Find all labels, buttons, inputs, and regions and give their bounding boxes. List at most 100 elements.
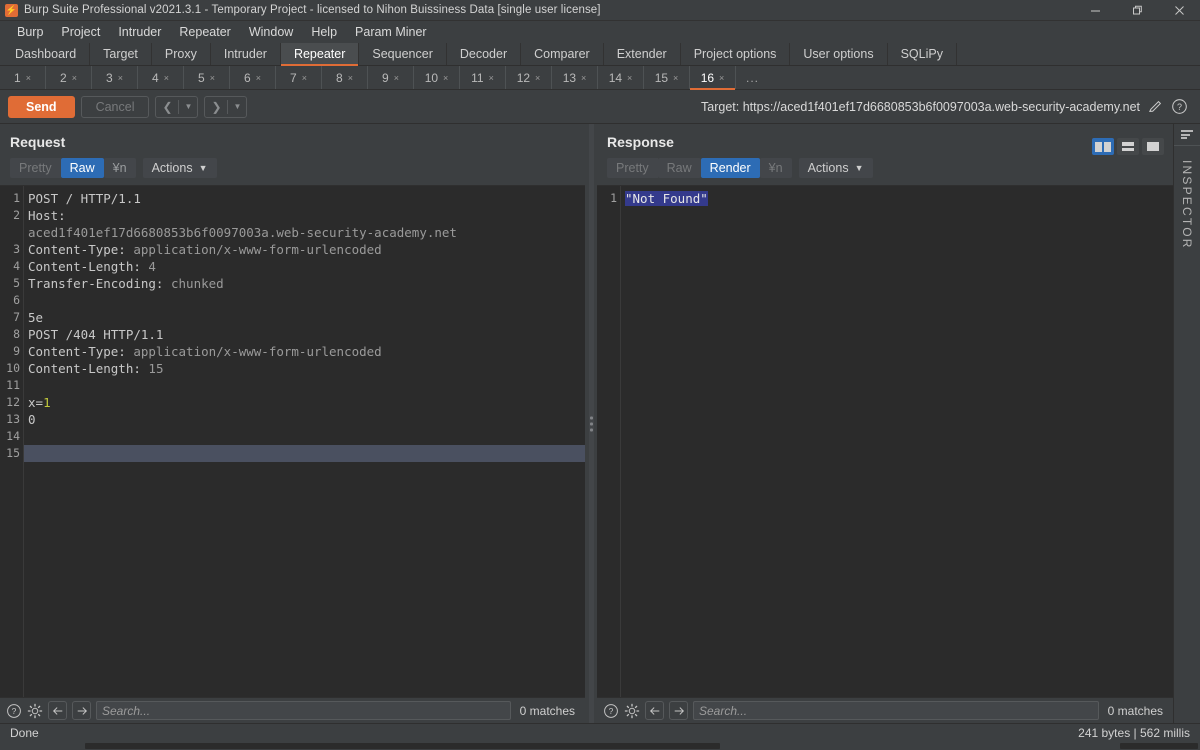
- tab-comparer[interactable]: Comparer: [521, 43, 604, 65]
- response-tab-raw[interactable]: Raw: [657, 158, 701, 178]
- repeater-tab-5[interactable]: 5 ×: [184, 66, 230, 89]
- repeater-tab-15[interactable]: 15 ×: [644, 66, 690, 89]
- close-icon[interactable]: ×: [164, 73, 169, 83]
- layout-stacked-icon[interactable]: [1117, 138, 1139, 155]
- close-icon[interactable]: ×: [118, 73, 123, 83]
- code-line[interactable]: Transfer-Encoding: chunked: [24, 275, 585, 292]
- code-line[interactable]: 5e: [24, 309, 585, 326]
- response-search-input[interactable]: [693, 701, 1099, 720]
- request-code[interactable]: POST / HTTP/1.1 Host: aced1f401ef17d668085…: [24, 186, 585, 697]
- close-icon[interactable]: ×: [210, 73, 215, 83]
- question-circle-icon[interactable]: ?: [603, 703, 619, 719]
- code-line[interactable]: "Not Found": [621, 190, 1173, 207]
- close-icon[interactable]: ×: [719, 73, 724, 83]
- close-icon[interactable]: ×: [26, 73, 31, 83]
- menu-item-project[interactable]: Project: [52, 21, 109, 43]
- response-actions-button[interactable]: Actions ▼: [798, 158, 873, 178]
- layout-single-icon[interactable]: [1142, 138, 1164, 155]
- history-back-group[interactable]: ❮ ▼: [155, 95, 199, 118]
- repeater-tab-9[interactable]: 9 ×: [368, 66, 414, 89]
- repeater-tab-11[interactable]: 11 ×: [460, 66, 506, 89]
- tab-extender[interactable]: Extender: [604, 43, 681, 65]
- pencil-icon[interactable]: [1148, 99, 1163, 114]
- close-icon[interactable]: ×: [394, 73, 399, 83]
- repeater-tab-10[interactable]: 10 ×: [414, 66, 460, 89]
- pane-splitter[interactable]: [585, 124, 597, 723]
- repeater-tab-13[interactable]: 13 ×: [552, 66, 598, 89]
- question-circle-icon[interactable]: ?: [1171, 98, 1188, 115]
- code-line[interactable]: aced1f401ef17d6680853b6f0097003a.web-sec…: [24, 224, 585, 241]
- close-icon[interactable]: ×: [256, 73, 261, 83]
- response-tab-pretty[interactable]: Pretty: [607, 158, 658, 178]
- code-line[interactable]: [24, 428, 585, 445]
- code-line[interactable]: 0: [24, 411, 585, 428]
- repeater-tab-3[interactable]: 3 ×: [92, 66, 138, 89]
- menu-item-intruder[interactable]: Intruder: [109, 21, 170, 43]
- tab-repeater[interactable]: Repeater: [280, 43, 360, 66]
- request-tab-newline[interactable]: ¥n: [103, 158, 136, 178]
- response-tab-newline[interactable]: ¥n: [759, 158, 792, 178]
- scrollbar-thumb[interactable]: [85, 743, 720, 749]
- repeater-tab-1[interactable]: 1 ×: [0, 66, 46, 89]
- code-line[interactable]: POST /404 HTTP/1.1: [24, 326, 585, 343]
- close-icon[interactable]: ×: [673, 73, 678, 83]
- code-line[interactable]: [24, 445, 585, 462]
- tab-sequencer[interactable]: Sequencer: [359, 43, 447, 65]
- menu-item-burp[interactable]: Burp: [8, 21, 52, 43]
- close-icon[interactable]: ×: [443, 73, 448, 83]
- repeater-tab-14[interactable]: 14 ×: [598, 66, 644, 89]
- close-icon[interactable]: ×: [581, 73, 586, 83]
- tab-project-options[interactable]: Project options: [681, 43, 791, 65]
- repeater-tab-6[interactable]: 6 ×: [230, 66, 276, 89]
- close-icon[interactable]: ×: [348, 73, 353, 83]
- code-line[interactable]: [24, 292, 585, 309]
- gear-icon[interactable]: [27, 703, 43, 719]
- horizontal-scrollbar[interactable]: [0, 742, 1200, 750]
- arrow-left-icon[interactable]: [48, 701, 67, 720]
- chevron-right-icon[interactable]: ❯: [205, 97, 227, 117]
- tab-proxy[interactable]: Proxy: [152, 43, 211, 65]
- close-icon[interactable]: ×: [489, 73, 494, 83]
- hamburger-menu-icon[interactable]: [1174, 124, 1200, 146]
- request-tab-raw[interactable]: Raw: [60, 158, 104, 178]
- code-line[interactable]: [24, 377, 585, 394]
- menu-item-param-miner[interactable]: Param Miner: [346, 21, 436, 43]
- code-line[interactable]: Host:: [24, 207, 585, 224]
- code-line[interactable]: Content-Length: 4: [24, 258, 585, 275]
- close-icon[interactable]: ×: [627, 73, 632, 83]
- repeater-tab-7[interactable]: 7 ×: [276, 66, 322, 89]
- repeater-tab-8[interactable]: 8 ×: [322, 66, 368, 89]
- menu-item-window[interactable]: Window: [240, 21, 302, 43]
- inspector-label[interactable]: INSPECTOR: [1180, 146, 1194, 250]
- history-forward-group[interactable]: ❯ ▼: [204, 95, 248, 118]
- send-button[interactable]: Send: [8, 95, 75, 118]
- gear-icon[interactable]: [624, 703, 640, 719]
- request-actions-button[interactable]: Actions ▼: [142, 158, 217, 178]
- close-icon[interactable]: ×: [72, 73, 77, 83]
- repeater-tab-4[interactable]: 4 ×: [138, 66, 184, 89]
- menu-item-repeater[interactable]: Repeater: [170, 21, 239, 43]
- scrollbar-thumb-secondary[interactable]: [1120, 743, 1198, 749]
- tab-target[interactable]: Target: [90, 43, 152, 65]
- chevron-left-icon[interactable]: ❮: [156, 97, 178, 117]
- repeater-tab-2[interactable]: 2 ×: [46, 66, 92, 89]
- tab-user-options[interactable]: User options: [790, 43, 888, 65]
- tab-intruder[interactable]: Intruder: [211, 43, 281, 65]
- caret-down-icon[interactable]: ▼: [179, 97, 197, 117]
- code-line[interactable]: x=1: [24, 394, 585, 411]
- layout-side-by-side-icon[interactable]: [1092, 138, 1114, 155]
- response-tab-render[interactable]: Render: [700, 158, 760, 178]
- close-icon[interactable]: [1158, 0, 1200, 21]
- tab-decoder[interactable]: Decoder: [447, 43, 522, 65]
- cancel-button[interactable]: Cancel: [80, 95, 150, 118]
- code-line[interactable]: POST / HTTP/1.1: [24, 190, 585, 207]
- arrow-left-icon[interactable]: [645, 701, 664, 720]
- minimize-icon[interactable]: [1074, 0, 1116, 21]
- tab-dashboard[interactable]: Dashboard: [2, 43, 91, 65]
- request-editor[interactable]: 12.3456789101112131415 POST / HTTP/1.1Ho…: [0, 185, 585, 697]
- arrow-right-icon[interactable]: [72, 701, 91, 720]
- menu-item-help[interactable]: Help: [302, 21, 346, 43]
- repeater-tab-16[interactable]: 16 ×: [690, 66, 736, 90]
- caret-down-icon[interactable]: ▼: [228, 97, 246, 117]
- response-code[interactable]: "Not Found": [621, 186, 1173, 697]
